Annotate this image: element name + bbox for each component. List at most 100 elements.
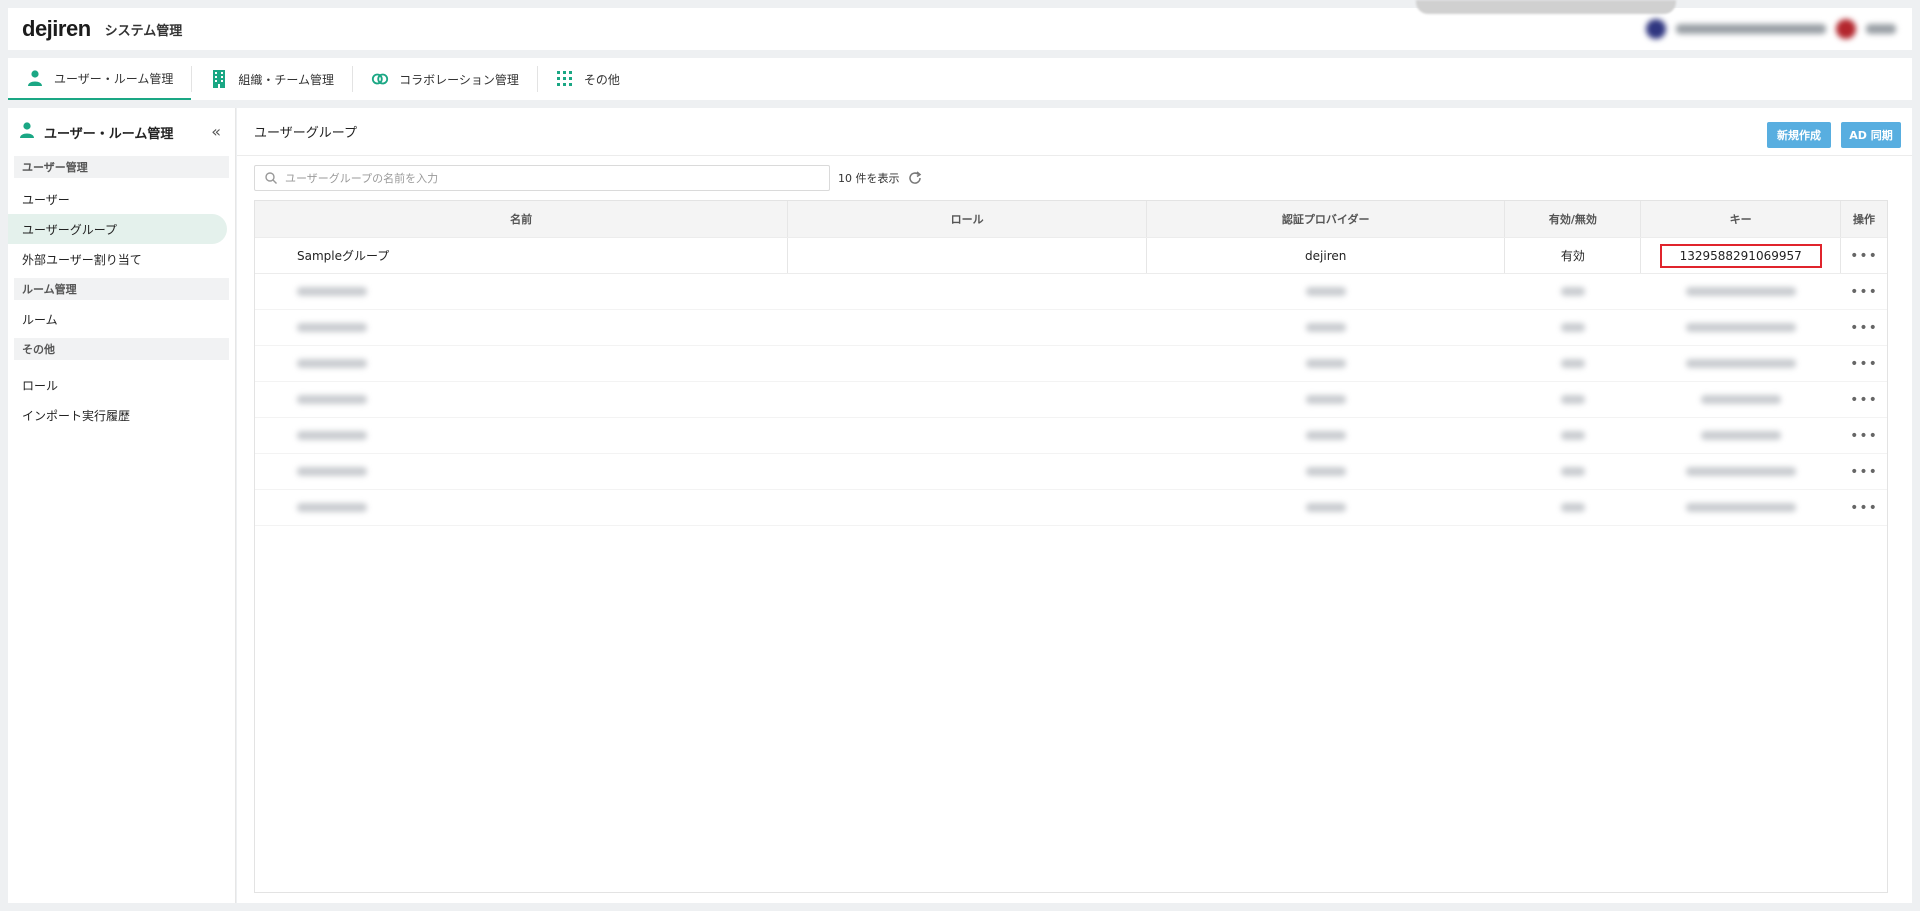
column-header-key[interactable]: キー bbox=[1641, 201, 1842, 237]
group-enabled: 有効 bbox=[1505, 238, 1642, 273]
search-box[interactable] bbox=[254, 165, 830, 191]
blurred-cell bbox=[255, 418, 788, 453]
user-name-blurred bbox=[1866, 24, 1896, 34]
tab-label: 組織・チーム管理 bbox=[238, 72, 335, 87]
blurred-cell bbox=[255, 382, 788, 417]
sidebar-item-users[interactable]: ユーザー bbox=[8, 184, 235, 214]
sidebar-item-user-groups[interactable]: ユーザーグループ bbox=[8, 214, 227, 244]
account-name-blurred bbox=[1676, 24, 1826, 34]
row-actions-menu[interactable]: ••• bbox=[1841, 238, 1887, 273]
more-icon[interactable]: ••• bbox=[1850, 356, 1878, 372]
table-header: 名前 ロール 認証プロバイダー 有効/無効 キー 操作 bbox=[255, 201, 1887, 238]
group-key: 1329588291069957 bbox=[1659, 243, 1822, 268]
blurred-cell bbox=[1147, 274, 1506, 309]
column-header-name[interactable]: 名前 bbox=[255, 201, 789, 237]
more-icon[interactable]: ••• bbox=[1850, 320, 1878, 336]
blurred-cell bbox=[788, 418, 1147, 453]
blurred-cell bbox=[1641, 418, 1841, 453]
blurred-cell bbox=[1505, 310, 1641, 345]
row-actions-menu[interactable]: ••• bbox=[1841, 490, 1887, 525]
column-header-actions: 操作 bbox=[1853, 213, 1876, 226]
tab-collaboration[interactable]: コラボレーション管理 bbox=[353, 58, 537, 100]
app-logo[interactable]: dejiren bbox=[22, 16, 91, 42]
blurred-cell bbox=[788, 490, 1147, 525]
refresh-icon[interactable] bbox=[906, 169, 924, 187]
blurred-cell bbox=[1147, 382, 1506, 417]
sidebar-item-import-history[interactable]: インポート実行履歴 bbox=[8, 400, 235, 430]
sidebar-item-roles[interactable]: ロール bbox=[8, 370, 235, 400]
top-bar: dejiren システム管理 bbox=[8, 0, 1912, 50]
more-icon[interactable]: ••• bbox=[1850, 248, 1878, 264]
person-icon bbox=[20, 122, 34, 142]
group-name[interactable]: Sampleグループ bbox=[255, 238, 789, 273]
tab-org-team[interactable]: 組織・チーム管理 bbox=[192, 58, 352, 100]
table-row[interactable]: Sampleグループ dejiren 有効 1329588291069957 •… bbox=[255, 238, 1887, 274]
blurred-cell bbox=[255, 454, 788, 489]
column-header-role[interactable]: ロール bbox=[788, 201, 1147, 237]
org-avatar[interactable] bbox=[1646, 19, 1666, 39]
grid-icon bbox=[556, 70, 574, 88]
row-actions-menu[interactable]: ••• bbox=[1841, 274, 1887, 309]
blurred-cell bbox=[1505, 382, 1641, 417]
tab-label: ユーザー・ルーム管理 bbox=[54, 71, 174, 86]
row-actions-menu[interactable]: ••• bbox=[1841, 454, 1887, 489]
blurred-cell bbox=[1641, 310, 1841, 345]
search-icon bbox=[265, 169, 277, 188]
blurred-cell bbox=[1505, 418, 1641, 453]
group-role bbox=[788, 238, 1147, 273]
sidebar: ユーザー・ルーム管理 « ユーザー管理 ユーザー ユーザーグループ 外部ユーザー… bbox=[8, 108, 236, 903]
collapse-sidebar-icon[interactable]: « bbox=[211, 122, 221, 141]
result-count: 10 件を表示 bbox=[838, 172, 900, 185]
blurred-cell bbox=[1147, 490, 1506, 525]
row-actions-menu[interactable]: ••• bbox=[1841, 382, 1887, 417]
row-actions-menu[interactable]: ••• bbox=[1841, 310, 1887, 345]
tab-label: コラボレーション管理 bbox=[399, 72, 519, 87]
blurred-cell bbox=[1505, 490, 1641, 525]
sidebar-section-other: その他 bbox=[14, 338, 229, 360]
table-row[interactable]: ••• bbox=[255, 490, 1887, 526]
row-actions-menu[interactable]: ••• bbox=[1841, 346, 1887, 381]
row-actions-menu[interactable]: ••• bbox=[1841, 418, 1887, 453]
sidebar-item-external-user-assignment[interactable]: 外部ユーザー割り当て bbox=[8, 244, 235, 274]
tab-other[interactable]: その他 bbox=[538, 58, 638, 100]
page-title: ユーザーグループ bbox=[254, 126, 357, 141]
blurred-cell bbox=[788, 454, 1147, 489]
more-icon[interactable]: ••• bbox=[1850, 500, 1878, 516]
person-icon bbox=[26, 69, 44, 87]
tab-user-room[interactable]: ユーザー・ルーム管理 bbox=[8, 58, 192, 100]
column-header-provider[interactable]: 認証プロバイダー bbox=[1147, 201, 1506, 237]
user-account-area[interactable] bbox=[1646, 18, 1896, 40]
table-row[interactable]: ••• bbox=[255, 382, 1887, 418]
blurred-cell bbox=[1641, 490, 1841, 525]
group-provider: dejiren bbox=[1147, 238, 1506, 273]
search-input[interactable] bbox=[285, 171, 805, 185]
group-key-cell: 1329588291069957 bbox=[1641, 238, 1842, 273]
column-header-enabled[interactable]: 有効/無効 bbox=[1505, 201, 1642, 237]
ad-sync-button[interactable]: AD 同期 bbox=[1841, 122, 1901, 148]
link-icon bbox=[371, 70, 389, 88]
blurred-cell bbox=[1641, 382, 1841, 417]
sidebar-item-rooms[interactable]: ルーム bbox=[8, 304, 235, 334]
table-row[interactable]: ••• bbox=[255, 418, 1887, 454]
table-row[interactable]: ••• bbox=[255, 454, 1887, 490]
blurred-cell bbox=[255, 274, 788, 309]
more-icon[interactable]: ••• bbox=[1850, 464, 1878, 480]
user-avatar[interactable] bbox=[1836, 19, 1856, 39]
table-row[interactable]: ••• bbox=[255, 274, 1887, 310]
building-icon bbox=[210, 70, 228, 88]
table-row[interactable]: ••• bbox=[255, 310, 1887, 346]
blurred-cell bbox=[788, 310, 1147, 345]
blurred-cell bbox=[255, 346, 788, 381]
more-icon[interactable]: ••• bbox=[1850, 428, 1878, 444]
blurred-cell bbox=[255, 310, 788, 345]
app-title: システム管理 bbox=[104, 23, 183, 39]
create-button[interactable]: 新規作成 bbox=[1767, 122, 1831, 148]
more-icon[interactable]: ••• bbox=[1850, 392, 1878, 408]
more-icon[interactable]: ••• bbox=[1850, 284, 1878, 300]
table-row[interactable]: ••• bbox=[255, 346, 1887, 382]
sidebar-title: ユーザー・ルーム管理 bbox=[44, 126, 174, 142]
sidebar-header: ユーザー・ルーム管理 bbox=[8, 108, 235, 156]
blurred-cell bbox=[1147, 346, 1506, 381]
blurred-cell bbox=[1641, 454, 1841, 489]
tab-label: その他 bbox=[583, 72, 620, 87]
